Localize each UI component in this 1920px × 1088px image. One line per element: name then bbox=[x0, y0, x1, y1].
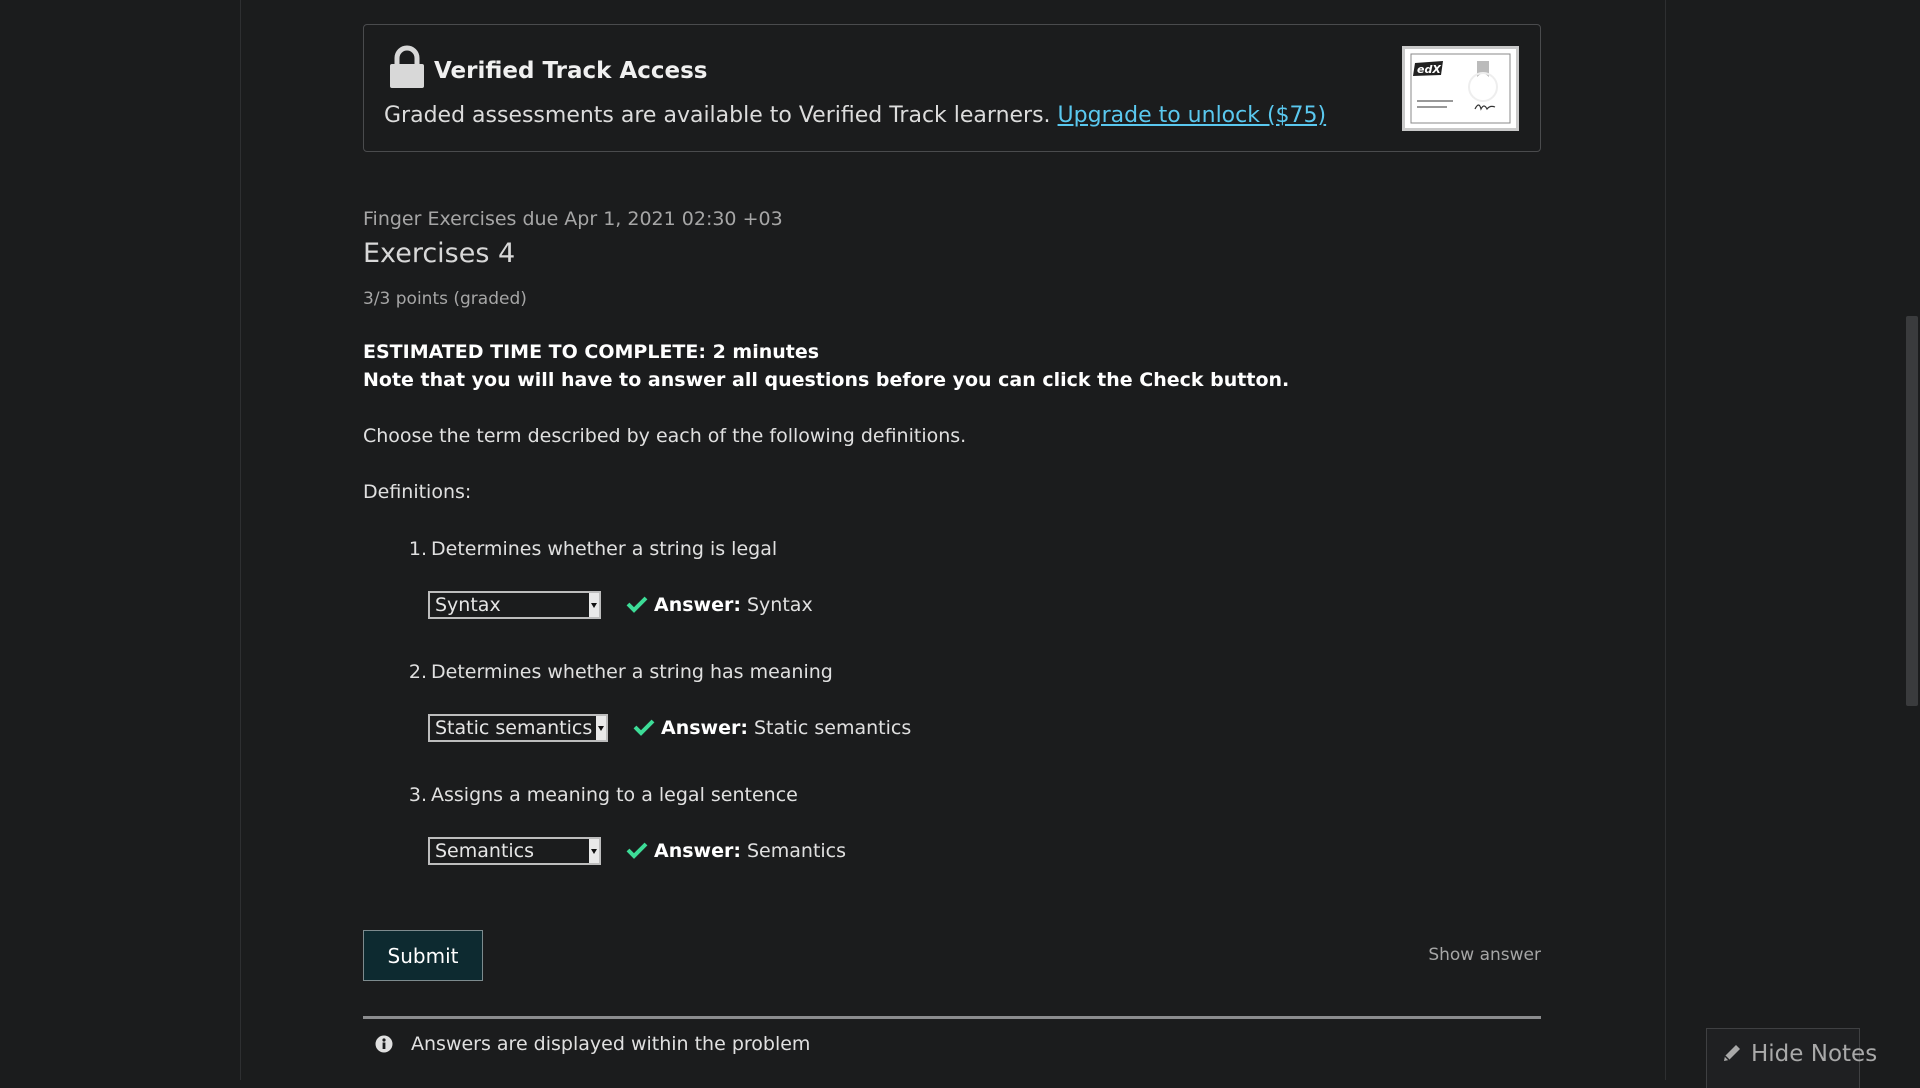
answer-label: Answer: bbox=[654, 840, 741, 862]
banner-text: Graded assessments are available to Veri… bbox=[384, 103, 1326, 128]
hide-notes-label: Hide Notes bbox=[1751, 1041, 1878, 1067]
selected-value: Semantics bbox=[435, 840, 535, 862]
answer-value: Semantics bbox=[747, 840, 847, 862]
info-icon bbox=[375, 1035, 393, 1053]
answer-feedback-2: Answer: Static semantics bbox=[633, 717, 911, 739]
answer-feedback-3: Answer: Semantics bbox=[626, 840, 846, 862]
selected-value: Syntax bbox=[435, 594, 501, 616]
answer-select-1[interactable]: Syntax bbox=[428, 591, 601, 619]
due-date: Finger Exercises due Apr 1, 2021 02:30 +… bbox=[363, 208, 783, 230]
question-number: 1. bbox=[408, 538, 427, 560]
selected-value: Static semantics bbox=[435, 717, 593, 739]
dropdown-arrow-icon bbox=[596, 716, 606, 740]
answer-select-2[interactable]: Static semantics bbox=[428, 714, 608, 742]
dropdown-arrow-icon bbox=[589, 839, 599, 863]
answer-value: Syntax bbox=[747, 594, 813, 616]
certificate-image: edX bbox=[1402, 46, 1519, 131]
question-2: 2. Determines whether a string has meanin… bbox=[403, 661, 833, 683]
answer-select-3[interactable]: Semantics bbox=[428, 837, 601, 865]
question-number: 2. bbox=[408, 661, 427, 683]
submit-button[interactable]: Submit bbox=[363, 930, 483, 981]
banner-description: Graded assessments are available to Veri… bbox=[384, 103, 1051, 128]
instructions: Choose the term described by each of the… bbox=[363, 425, 967, 447]
scrollbar-thumb[interactable] bbox=[1906, 316, 1918, 706]
hide-notes-button[interactable]: Hide Notes bbox=[1706, 1028, 1877, 1088]
certificate-logo: edX bbox=[1417, 63, 1441, 76]
question-number: 3. bbox=[408, 784, 427, 806]
checkmark-icon bbox=[626, 596, 648, 613]
check-note: Note that you will have to answer all qu… bbox=[363, 369, 1290, 391]
upgrade-link[interactable]: Upgrade to unlock ($75) bbox=[1058, 103, 1327, 128]
lock-icon bbox=[390, 45, 424, 88]
answer-feedback-1: Answer: Syntax bbox=[626, 594, 813, 616]
answer-label: Answer: bbox=[661, 717, 748, 739]
problem-title: Exercises 4 bbox=[363, 238, 516, 269]
question-text: Determines whether a string is legal bbox=[431, 538, 778, 560]
info-text: Answers are displayed within the problem bbox=[411, 1033, 811, 1055]
estimated-time: ESTIMATED TIME TO COMPLETE: 2 minutes bbox=[363, 341, 820, 363]
answer-value: Static semantics bbox=[754, 717, 912, 739]
verified-track-banner: Verified Track Access Graded assessments… bbox=[363, 24, 1541, 152]
dropdown-arrow-icon bbox=[589, 593, 599, 617]
definitions-label: Definitions: bbox=[363, 481, 472, 503]
points-status: 3/3 points (graded) bbox=[363, 289, 527, 309]
pencil-icon bbox=[1724, 1045, 1740, 1061]
checkmark-icon bbox=[626, 842, 648, 859]
question-1: 1. Determines whether a string is legal bbox=[403, 538, 777, 560]
scrollbar[interactable] bbox=[1904, 0, 1920, 1080]
question-3: 3. Assigns a meaning to a legal sentence bbox=[403, 784, 798, 806]
answer-label: Answer: bbox=[654, 594, 741, 616]
question-text: Assigns a meaning to a legal sentence bbox=[431, 784, 798, 806]
checkmark-icon bbox=[633, 719, 655, 736]
answers-info: Answers are displayed within the problem bbox=[375, 1033, 810, 1055]
banner-title: Verified Track Access bbox=[434, 58, 708, 84]
question-text: Determines whether a string has meaning bbox=[431, 661, 833, 683]
show-answer-button[interactable]: Show answer bbox=[1428, 945, 1541, 965]
divider bbox=[363, 1016, 1541, 1019]
